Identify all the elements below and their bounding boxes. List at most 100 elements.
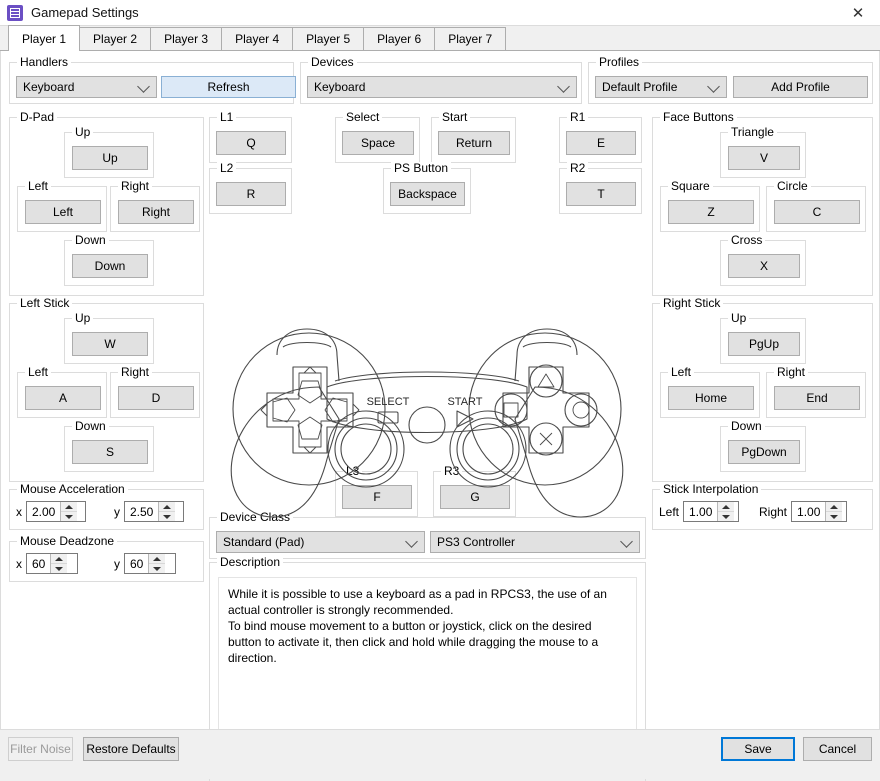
stick-interp-right-field[interactable]: Right 1.00 — [759, 501, 848, 522]
ps-button-label: PS Button — [391, 162, 452, 174]
square-group: Square Z — [660, 180, 760, 232]
controller-model-value: PS3 Controller — [437, 535, 516, 549]
dpad-up-button[interactable]: Up — [72, 146, 148, 170]
right-stick-down-button[interactable]: PgDown — [728, 440, 800, 464]
handlers-select[interactable]: Keyboard — [16, 76, 157, 98]
stick-interp-right-value: 1.00 — [797, 504, 821, 519]
stick-interp-left-decrement[interactable] — [718, 512, 734, 521]
left-stick-right-group: Right D — [110, 366, 200, 418]
profiles-select[interactable]: Default Profile — [595, 76, 727, 98]
device-class-select[interactable]: Standard (Pad) — [216, 531, 425, 553]
close-icon[interactable]: ✕ — [836, 0, 880, 26]
window-title: Gamepad Settings — [31, 5, 139, 20]
r2-label: R2 — [567, 162, 589, 174]
mouse-accel-x-increment[interactable] — [61, 502, 78, 512]
stick-interpolation-group: Stick Interpolation Left 1.00 Right 1.00 — [652, 483, 873, 530]
triangle-button[interactable]: V — [728, 146, 800, 170]
save-button[interactable]: Save — [721, 737, 795, 761]
ps-button-group: PS Button Backspace — [383, 162, 471, 214]
mouse-acceleration-group: Mouse Acceleration x 2.00 y 2.50 — [9, 483, 204, 530]
right-stick-down-label: Down — [728, 420, 765, 432]
add-profile-button[interactable]: Add Profile — [733, 76, 868, 98]
cross-group: Cross X — [720, 234, 806, 286]
triangle-up-icon — [163, 504, 172, 509]
right-stick-left-button[interactable]: Home — [668, 386, 754, 410]
tab-player-3[interactable]: Player 3 — [150, 27, 223, 50]
mouse-accel-x-decrement[interactable] — [61, 512, 77, 521]
dpad-left-button[interactable]: Left — [25, 200, 101, 224]
mouse-accel-x-value: 2.00 — [32, 504, 56, 519]
left-stick-right-button[interactable]: D — [118, 386, 194, 410]
triangle-down-icon — [722, 514, 731, 519]
mouse-accel-y-increment[interactable] — [159, 502, 176, 512]
mouse-accel-y-label: y — [114, 504, 120, 519]
l2-button[interactable]: R — [216, 182, 286, 206]
left-stick-up-group: Up W — [64, 312, 154, 364]
l1-label: L1 — [217, 111, 237, 123]
dpad-right-label: Right — [118, 180, 153, 192]
tab-player-1[interactable]: Player 1 — [8, 25, 81, 51]
cross-button[interactable]: X — [728, 254, 800, 278]
player-tab-bar: Player 1 Player 2 Player 3 Player 4 Play… — [0, 25, 880, 51]
tab-player-6[interactable]: Player 6 — [363, 27, 436, 50]
dpad-down-group: Down Down — [64, 234, 154, 286]
mouse-deadzone-x-increment[interactable] — [51, 554, 68, 564]
circle-button[interactable]: C — [774, 200, 860, 224]
r1-button[interactable]: E — [566, 131, 636, 155]
devices-select[interactable]: Keyboard — [307, 76, 577, 98]
right-stick-up-button[interactable]: PgUp — [728, 332, 800, 356]
mouse-deadzone-y-decrement[interactable] — [149, 564, 165, 573]
r2-button[interactable]: T — [566, 182, 636, 206]
mouse-deadzone-group: Mouse Deadzone x 60 y 60 — [9, 535, 204, 582]
controller-model-select[interactable]: PS3 Controller — [430, 531, 640, 553]
mouse-accel-x-field[interactable]: x 2.00 — [16, 501, 86, 522]
description-label: Description — [217, 556, 284, 568]
mouse-accel-y-decrement[interactable] — [159, 512, 175, 521]
left-stick-label: Left Stick — [17, 297, 73, 309]
mouse-deadzone-y-field[interactable]: y 60 — [114, 553, 176, 574]
right-stick-group: Right Stick Up PgUp Left Home Right End … — [652, 297, 873, 482]
tab-player-2[interactable]: Player 2 — [79, 27, 152, 50]
refresh-button[interactable]: Refresh — [161, 76, 296, 98]
stick-interp-left-field[interactable]: Left 1.00 — [659, 501, 740, 522]
triangle-down-icon — [55, 566, 64, 571]
mouse-deadzone-y-increment[interactable] — [149, 554, 166, 564]
tab-player-4[interactable]: Player 4 — [221, 27, 294, 50]
select-button[interactable]: Space — [342, 131, 414, 155]
dpad-right-button[interactable]: Right — [118, 200, 194, 224]
face-buttons-label: Face Buttons — [660, 111, 737, 123]
stick-interp-left-label: Left — [659, 504, 680, 519]
mouse-deadzone-x-field[interactable]: x 60 — [16, 553, 78, 574]
r1-label: R1 — [567, 111, 589, 123]
square-button[interactable]: Z — [668, 200, 754, 224]
dpad-down-button[interactable]: Down — [72, 254, 148, 278]
left-stick-right-label: Right — [118, 366, 153, 378]
filter-noise-button[interactable]: Filter Noise — [8, 737, 73, 761]
r2-group: R2 T — [559, 162, 642, 214]
restore-defaults-button[interactable]: Restore Defaults — [83, 737, 179, 761]
ps-button[interactable]: Backspace — [390, 182, 465, 206]
stick-interp-left-value: 1.00 — [689, 504, 713, 519]
cancel-button[interactable]: Cancel — [803, 737, 872, 761]
handlers-group: Handlers Keyboard Refresh — [9, 56, 296, 104]
controller-diagram: SELECT START — [211, 269, 643, 524]
left-stick-down-group: Down S — [64, 420, 154, 472]
tab-player-5[interactable]: Player 5 — [292, 27, 365, 50]
stick-interp-right-increment[interactable] — [826, 502, 843, 512]
dpad-down-label: Down — [72, 234, 109, 246]
right-stick-right-button[interactable]: End — [774, 386, 860, 410]
stick-interp-right-decrement[interactable] — [826, 512, 842, 521]
start-button[interactable]: Return — [438, 131, 510, 155]
stick-interp-left-increment[interactable] — [718, 502, 735, 512]
mouse-accel-y-field[interactable]: y 2.50 — [114, 501, 184, 522]
left-stick-down-button[interactable]: S — [72, 440, 148, 464]
chevron-down-icon — [707, 80, 720, 93]
left-stick-left-button[interactable]: A — [25, 386, 101, 410]
mouse-deadzone-x-decrement[interactable] — [51, 564, 67, 573]
tab-player-7[interactable]: Player 7 — [434, 27, 507, 50]
left-stick-up-button[interactable]: W — [72, 332, 148, 356]
l2-label: L2 — [217, 162, 237, 174]
settings-surface: Handlers Keyboard Refresh Devices Keyboa… — [0, 51, 880, 781]
l1-button[interactable]: Q — [216, 131, 286, 155]
mouse-deadzone-y-label: y — [114, 556, 120, 571]
